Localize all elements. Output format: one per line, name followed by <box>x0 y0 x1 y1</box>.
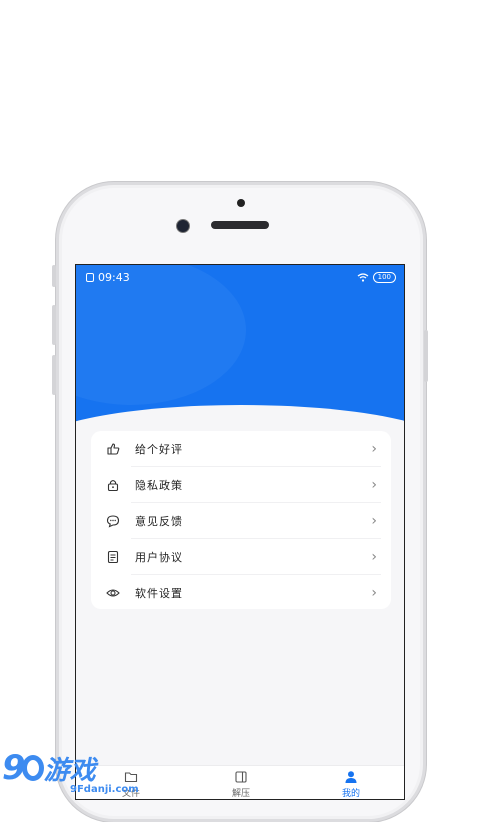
tab-label: 我的 <box>341 788 360 799</box>
tab-extract[interactable]: 解压 <box>186 766 296 799</box>
sim-icon <box>86 272 94 282</box>
earpiece-speaker <box>211 221 269 229</box>
proximity-sensor <box>237 199 245 207</box>
menu-item-settings[interactable]: 软件设置 › <box>91 575 391 610</box>
header-decoration <box>76 265 246 405</box>
battery-indicator: 100 <box>372 271 396 283</box>
chat-bubble-icon <box>105 513 121 529</box>
menu-item-label: 隐私政策 <box>135 478 183 492</box>
status-bar: 09:43 100 <box>86 269 396 285</box>
document-icon <box>105 549 121 565</box>
user-icon <box>345 770 357 783</box>
menu-item-privacy[interactable]: 隐私政策 › <box>91 467 391 502</box>
tab-label: 解压 <box>231 788 250 799</box>
wifi-icon <box>357 272 369 282</box>
archive-icon <box>235 770 247 783</box>
front-camera <box>176 219 190 233</box>
chevron-right-icon: › <box>371 512 377 529</box>
watermark-domain: 9Fdanji.com <box>70 784 139 795</box>
menu-item-rate[interactable]: 给个好评 › <box>91 431 391 466</box>
chevron-right-icon: › <box>371 440 377 457</box>
menu-item-label: 用户协议 <box>135 550 183 564</box>
profile-header: 09:43 100 <box>76 265 404 425</box>
lock-icon <box>105 477 121 493</box>
eye-icon <box>105 585 121 601</box>
header-curve <box>76 405 404 425</box>
volume-down-button <box>52 355 56 395</box>
menu-item-label: 意见反馈 <box>135 514 183 528</box>
mute-switch <box>52 265 56 287</box>
folder-icon <box>124 771 138 782</box>
menu-item-label: 给个好评 <box>135 442 183 456</box>
watermark-logo-text: 游戏 <box>43 756 96 786</box>
menu-item-feedback[interactable]: 意见反馈 › <box>91 503 391 538</box>
chevron-right-icon: › <box>371 548 377 565</box>
volume-up-button <box>52 305 56 345</box>
watermark-logo-number: 9 <box>2 748 26 788</box>
menu-item-agreement[interactable]: 用户协议 › <box>91 539 391 574</box>
chevron-right-icon: › <box>371 584 377 601</box>
chevron-right-icon: › <box>371 476 377 493</box>
watermark: 9 游戏 9Fdanji.com <box>2 748 139 795</box>
tab-mine[interactable]: 我的 <box>296 766 404 799</box>
thumbs-up-icon <box>105 441 121 457</box>
status-time: 09:43 <box>98 270 130 284</box>
power-button <box>424 330 428 382</box>
app-screen: 09:43 100 给个好评 › 隐私政策 › 意见反馈 › 用户协议 › 软件… <box>75 264 405 800</box>
watermark-logo-ring <box>21 755 44 781</box>
menu-item-label: 软件设置 <box>135 586 183 600</box>
settings-menu: 给个好评 › 隐私政策 › 意见反馈 › 用户协议 › 软件设置 › <box>91 431 391 609</box>
